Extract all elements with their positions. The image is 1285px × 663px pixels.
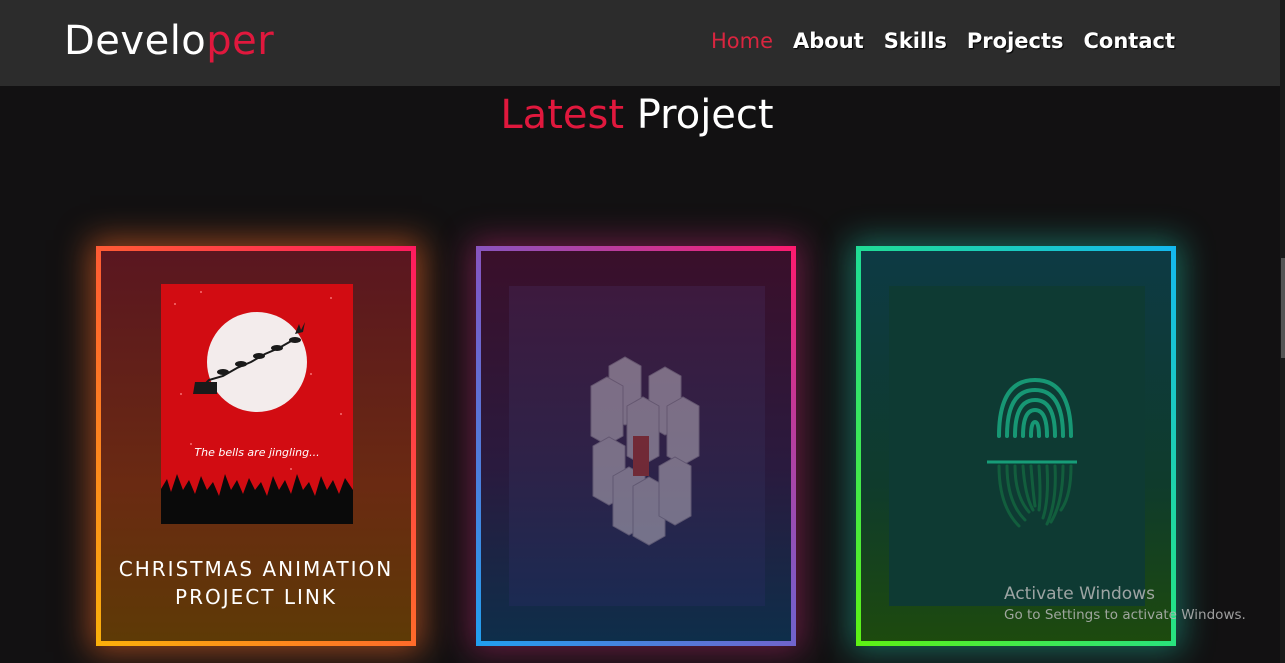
card-title-line1: CHRISTMAS ANIMATION — [118, 557, 394, 581]
section-title-rest: Project — [624, 92, 774, 138]
scrollbar-thumb[interactable] — [1281, 258, 1285, 358]
card-title-line2: PROJECT LINK — [175, 585, 337, 609]
project-card-inner — [481, 251, 791, 641]
project-card-inner: The bells are jingling... CHRISTMAS ANIM… — [101, 251, 411, 641]
nav-home-link[interactable]: Home — [711, 29, 773, 53]
nav-menu: Home About Skills Projects Contact — [711, 29, 1175, 53]
logo[interactable]: Developer — [64, 18, 274, 64]
project-card-inner — [861, 251, 1171, 641]
nav-projects-link[interactable]: Projects — [967, 29, 1064, 53]
activate-windows-watermark: Activate Windows Go to Settings to activ… — [1004, 584, 1246, 623]
christmas-thumbnail: The bells are jingling... — [161, 284, 353, 524]
fingerprint-thumbnail — [889, 286, 1145, 606]
logo-accent: per — [206, 18, 275, 64]
watermark-title: Activate Windows — [1004, 584, 1155, 604]
project-card-christmas[interactable]: The bells are jingling... CHRISTMAS ANIM… — [96, 246, 416, 646]
nav-skills-link[interactable]: Skills — [884, 29, 947, 53]
nav-about-link[interactable]: About — [793, 29, 864, 53]
christmas-project-link[interactable]: CHRISTMAS ANIMATION PROJECT LINK — [101, 555, 411, 611]
fingerprint-icon — [987, 377, 1077, 528]
project-card-cubes[interactable] — [476, 246, 796, 646]
cubes-thumbnail — [509, 286, 765, 606]
section-title-accent: Latest — [500, 92, 625, 138]
watermark-subtitle: Go to Settings to activate Windows. — [1004, 607, 1246, 623]
logo-main: Develo — [64, 18, 207, 64]
navbar: Developer Home About Skills Projects Con… — [0, 0, 1280, 86]
section-title: Latest Project — [0, 92, 1274, 138]
nav-contact-link[interactable]: Contact — [1084, 29, 1176, 53]
christmas-caption: The bells are jingling... — [194, 446, 319, 459]
scrollbar[interactable] — [1280, 0, 1285, 663]
